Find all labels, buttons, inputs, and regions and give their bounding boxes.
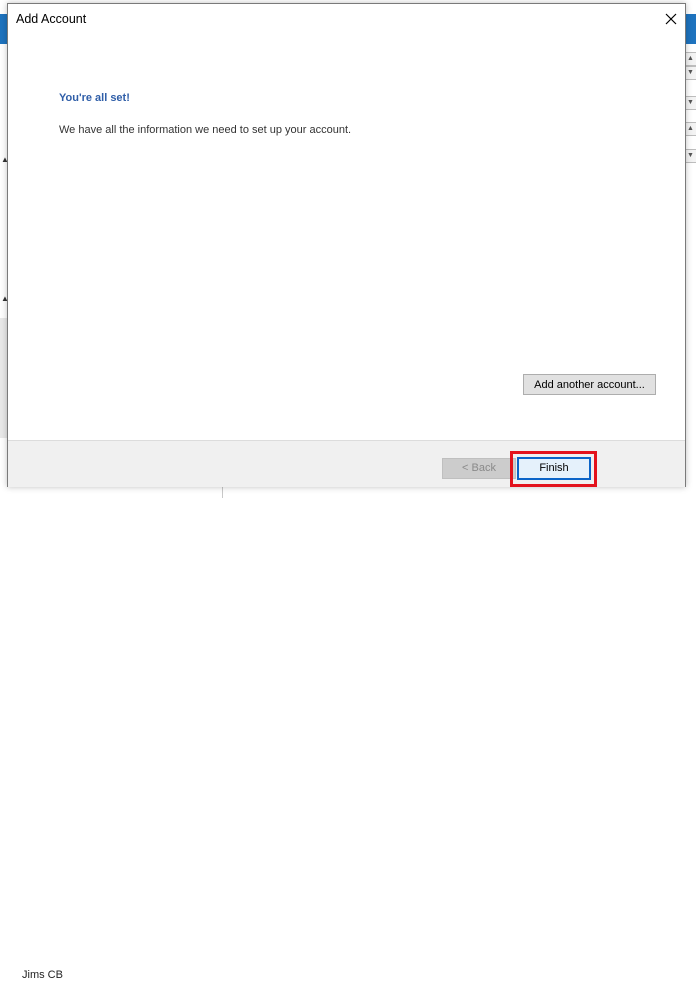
close-button[interactable] (657, 4, 685, 34)
folder-label[interactable]: Jims CB (22, 969, 63, 982)
close-icon (665, 13, 677, 25)
add-another-account-button[interactable]: Add another account... (523, 374, 656, 395)
dialog-footer: < Back Finish (8, 440, 685, 487)
dialog-content: You're all set! We have all the informat… (8, 34, 685, 440)
success-message: We have all the information we need to s… (59, 124, 352, 136)
dialog-titlebar[interactable]: Add Account (8, 4, 685, 34)
finish-button[interactable]: Finish (517, 457, 591, 480)
background-ribbon-right (686, 14, 696, 44)
dialog-title: Add Account (16, 12, 87, 26)
success-heading: You're all set! (59, 92, 130, 104)
add-account-dialog: Add Account You're all set! We have all … (7, 3, 686, 487)
back-button[interactable]: < Back (442, 458, 516, 479)
